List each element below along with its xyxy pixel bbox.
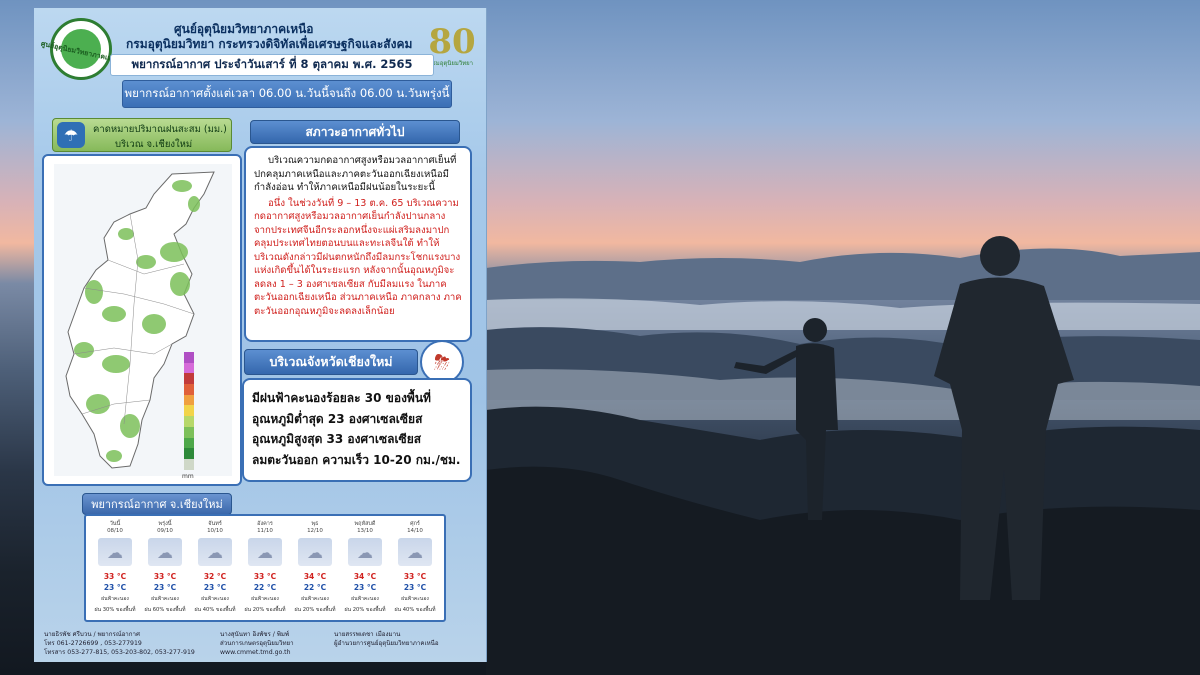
forecast-condition: ฝนฟ้าคะนอง xyxy=(401,596,429,602)
forecast-low: 22 °C xyxy=(253,583,277,592)
forecast-day: อังคาร 11/10 ☁ 33 °C 22 °C ฝนฟ้าคะนอง ฝน… xyxy=(240,518,290,618)
general-para-main: บริเวณความกดอากาศสูงหรือมวลอากาศเย็นที่ป… xyxy=(254,155,457,193)
rain-cloud-icon: ☁ xyxy=(198,538,232,566)
printer-name: นางสุนันทา อิงพัชร / พิมพ์ xyxy=(220,631,290,638)
chiangmai-summary-box: มีฝนฟ้าคะนองร้อยละ 30 ของพื้นที่ อุณหภูม… xyxy=(242,378,472,482)
chiangmai-rain: มีฝนฟ้าคะนองร้อยละ 30 ของพื้นที่ xyxy=(252,391,431,405)
general-para-notice: อนึ่ง ในช่วงวันที่ 9 – 13 ต.ค. 65 บริเวณ… xyxy=(254,197,462,317)
director-name: นายสรรพเดชา เมืองมาน xyxy=(334,631,401,638)
director-credit: นายสรรพเดชา เมืองมาน ผู้อำนวยการศูนย์อุต… xyxy=(334,630,439,648)
forecast-rain-pct: ฝน 40% ของพื้นที่ xyxy=(394,607,436,613)
forecast-high: 33 °C xyxy=(403,572,427,581)
forecast-date-label: 13/10 xyxy=(357,528,373,534)
chiangmai-wind: ลมตะวันออก ความเร็ว 10-20 กม./ชม. xyxy=(252,452,461,467)
forecast-rain-pct: ฝน 20% ของพื้นที่ xyxy=(294,607,336,613)
forecaster-fax: โทรสาร 053-277-815, 053-203-802, 053-277… xyxy=(44,649,195,656)
forecast-date-label: 14/10 xyxy=(407,528,423,534)
forecast-day-name: พุธ xyxy=(311,521,319,527)
general-heading: สภาวะอากาศทั่วไป xyxy=(250,120,460,144)
rain-cloud-icon: ☂ xyxy=(57,122,85,148)
forecast-day: พฤหัสบดี 13/10 ☁ 34 °C 23 °C ฝนฟ้าคะนอง … xyxy=(340,518,390,618)
forecast-condition: ฝนฟ้าคะนอง xyxy=(201,596,229,602)
forecaster-name: นายธิรพัช ศรีบวน / พยากรณ์อากาศ xyxy=(44,631,140,638)
forecast-condition: ฝนฟ้าคะนอง xyxy=(351,596,379,602)
forecast-date-label: 12/10 xyxy=(307,528,323,534)
forecast-period: พยากรณ์อากาศตั้งแต่เวลา 06.00 น.วันนี้จน… xyxy=(122,80,452,108)
forecast-high: 34 °C xyxy=(303,572,327,581)
forecast-condition: ฝนฟ้าคะนอง xyxy=(301,596,329,602)
website: www.cmmet.tmd.go.th xyxy=(220,649,291,656)
forecast-high: 33 °C xyxy=(253,572,277,581)
forecast-high: 33 °C xyxy=(153,572,177,581)
rain-cloud-icon: ☁ xyxy=(98,538,132,566)
forecast-low: 23 °C xyxy=(103,583,127,592)
director-title: ผู้อำนวยการศูนย์อุตุนิยมวิทยาภาคเหนือ xyxy=(334,640,439,647)
forecast-date-label: 10/10 xyxy=(207,528,223,534)
rain-map-title-line2: บริเวณ จ.เชียงใหม่ xyxy=(115,139,193,150)
rain-map: mm xyxy=(42,154,242,486)
forecast-rain-pct: ฝน 20% ของพื้นที่ xyxy=(344,607,386,613)
general-conditions-box: บริเวณความกดอากาศสูงหรือมวลอากาศเย็นที่ป… xyxy=(244,146,472,342)
forecast-rain-pct: ฝน 60% ของพื้นที่ xyxy=(144,607,186,613)
legend-unit: mm xyxy=(182,473,194,480)
seven-day-forecast: วันนี้ 08/10 ☁ 33 °C 23 °C ฝนฟ้าคะนอง ฝน… xyxy=(84,514,446,622)
rain-cloud-icon: ☁ xyxy=(298,538,332,566)
chiangmai-province-map xyxy=(65,171,215,469)
forecast-date: พยากรณ์อากาศ ประจำวันเสาร์ ที่ 8 ตุลาคม … xyxy=(110,54,434,76)
forecast-day: ศุกร์ 14/10 ☁ 33 °C 23 °C ฝนฟ้าคะนอง ฝน … xyxy=(390,518,440,618)
forecast-day-name: วันนี้ xyxy=(109,521,121,527)
forecast-day-name: พรุ่งนี้ xyxy=(158,521,172,527)
org-ministry: กรมอุตุนิยมวิทยา กระทรวงดิจิทัลเพื่อเศรษ… xyxy=(126,37,413,51)
rain-legend xyxy=(184,352,194,470)
forecast-low: 23 °C xyxy=(203,583,227,592)
chiangmai-heading: บริเวณจังหวัดเชียงใหม่ xyxy=(244,349,418,375)
forecaster-credit: นายธิรพัช ศรีบวน / พยากรณ์อากาศ โทร 061-… xyxy=(44,630,195,657)
rain-cloud-icon: ☁ xyxy=(348,538,382,566)
forecast-day-name: อังคาร xyxy=(257,521,273,527)
forecast-day-name: ศุกร์ xyxy=(410,521,420,527)
forecast-rain-pct: ฝน 30% ของพื้นที่ xyxy=(94,607,136,613)
forecaster-phone: โทร 061-2726699 , 053-277919 xyxy=(44,640,142,647)
forecast-day: จันทร์ 10/10 ☁ 32 °C 23 °C ฝนฟ้าคะนอง ฝน… xyxy=(190,518,240,618)
map-area: mm xyxy=(54,164,232,480)
forecast-condition: ฝนฟ้าคะนอง xyxy=(151,596,179,602)
rain-map-title: ☂ คาดหมายปริมาณฝนสะสม (มม.) บริเวณ จ.เชี… xyxy=(52,118,232,152)
chiangmai-max-temp: อุณหภูมิสูงสุด 33 องศาเซลเซียส xyxy=(252,432,422,446)
forecast-date-label: 08/10 xyxy=(107,528,123,534)
forecast-day: พรุ่งนี้ 09/10 ☁ 33 °C 23 °C ฝนฟ้าคะนอง … xyxy=(140,518,190,618)
forecast-low: 22 °C xyxy=(303,583,327,592)
printer-credit: นางสุนันทา อิงพัชร / พิมพ์ ส่วนการเกษตรอ… xyxy=(220,630,294,657)
forecast-low: 23 °C xyxy=(353,583,377,592)
forecast-date-label: 09/10 xyxy=(157,528,173,534)
forecast-day: วันนี้ 08/10 ☁ 33 °C 23 °C ฝนฟ้าคะนอง ฝน… xyxy=(90,518,140,618)
far-ridge xyxy=(486,248,1200,300)
forecast-rain-pct: ฝน 40% ของพื้นที่ xyxy=(194,607,236,613)
printer-dept: ส่วนการเกษตรอุตุนิยมวิทยา xyxy=(220,640,294,647)
chiangmai-min-temp: อุณหภูมิต่ำสุด 23 องศาเซลเซียส xyxy=(252,411,423,426)
forecast-heading: พยากรณ์อากาศ จ.เชียงใหม่ xyxy=(82,493,232,515)
rain-cloud-icon: ☁ xyxy=(398,538,432,566)
forecast-high: 32 °C xyxy=(203,572,227,581)
fog-layer xyxy=(486,298,1200,330)
forecast-day-name: จันทร์ xyxy=(208,521,222,527)
forecast-high: 34 °C xyxy=(353,572,377,581)
rain-map-title-line1: คาดหมายปริมาณฝนสะสม (มม.) xyxy=(93,124,227,135)
forecast-high: 33 °C xyxy=(103,572,127,581)
forecast-low: 23 °C xyxy=(403,583,427,592)
forecast-condition: ฝนฟ้าคะนอง xyxy=(251,596,279,602)
forecast-condition: ฝนฟ้าคะนอง xyxy=(101,596,129,602)
rain-cloud-icon: ☁ xyxy=(248,538,282,566)
forecast-date-label: 11/10 xyxy=(257,528,273,534)
rain-cloud-icon: ☁ xyxy=(148,538,182,566)
weather-forecast-poster: ศูนย์อุตุนิยมวิทยาภาคเหนือ ศูนย์อุตุนิยม… xyxy=(34,8,487,662)
forecast-rain-pct: ฝน 20% ของพื้นที่ xyxy=(244,607,286,613)
forecast-day: พุธ 12/10 ☁ 34 °C 22 °C ฝนฟ้าคะนอง ฝน 20… xyxy=(290,518,340,618)
forecast-day-name: พฤหัสบดี xyxy=(354,521,376,527)
forecast-low: 23 °C xyxy=(153,583,177,592)
